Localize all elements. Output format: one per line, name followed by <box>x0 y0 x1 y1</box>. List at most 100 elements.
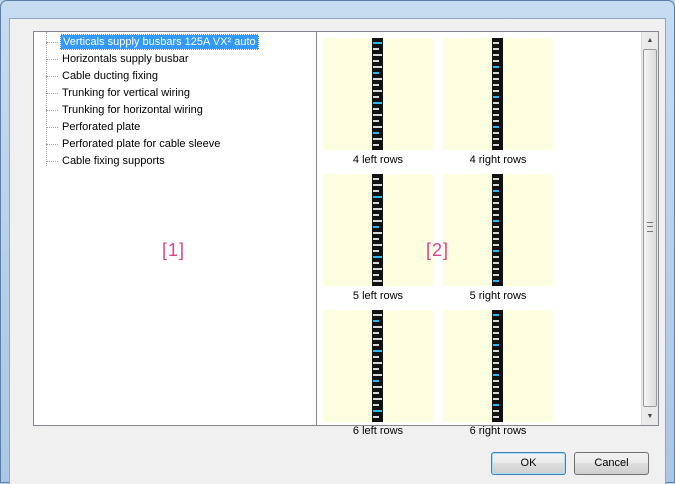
ok-button[interactable]: OK <box>491 452 566 475</box>
strip-segment <box>373 374 382 376</box>
tree-branch-line <box>46 93 58 94</box>
tree-branch-line <box>46 144 58 145</box>
tree-branch-line <box>46 42 58 43</box>
strip-segment <box>373 78 382 80</box>
strip-segment <box>493 102 499 104</box>
strip-segment <box>493 356 499 358</box>
strip-segment <box>373 178 379 180</box>
strip-segment <box>373 314 382 316</box>
tree-item-label[interactable]: Perforated plate <box>60 119 142 135</box>
strip-segment <box>373 398 382 400</box>
strip-segment <box>373 42 382 44</box>
strip-segment <box>373 144 379 146</box>
strip-segment <box>493 232 499 234</box>
strip-segment <box>493 96 499 98</box>
strip-segment <box>493 244 499 246</box>
strip-segment <box>493 48 499 50</box>
strip-segment <box>493 250 499 252</box>
strip-segment <box>493 314 499 316</box>
thumbnail-label: 4 left rows <box>352 154 404 166</box>
strip-segment <box>493 120 499 122</box>
strip-segment <box>373 268 382 270</box>
strip-segment <box>493 332 499 334</box>
strip-segment <box>493 226 499 228</box>
strip-segment <box>373 202 379 204</box>
strip-segment <box>373 274 379 276</box>
strip-segment <box>493 280 499 282</box>
tree-item[interactable]: Verticals supply busbars 125A VX² auto <box>34 34 314 51</box>
strip-segment <box>373 262 379 264</box>
strip-segment <box>373 114 382 116</box>
tree-item-label[interactable]: Horizontals supply busbar <box>60 51 191 67</box>
strip-segment <box>373 338 382 340</box>
vertical-scrollbar[interactable]: ▲ ▼ <box>641 32 658 425</box>
tree-item-label[interactable]: Trunking for horizontal wiring <box>60 102 205 118</box>
strip-segment <box>373 356 379 358</box>
tree-item[interactable]: Perforated plate <box>34 119 314 136</box>
strip-segment <box>493 262 499 264</box>
strip-segment <box>373 416 379 418</box>
strip-segment <box>493 54 499 56</box>
tree-item[interactable]: Trunking for vertical wiring <box>34 85 314 102</box>
thumbnail-label: 6 left rows <box>352 425 404 437</box>
thumbnail-image[interactable] <box>443 174 553 286</box>
thumbnail-label: 6 right rows <box>469 425 527 437</box>
scroll-down-arrow-icon[interactable]: ▼ <box>642 408 658 425</box>
strip-segment <box>493 178 499 180</box>
strip-segment <box>493 214 499 216</box>
strip-segment <box>373 208 382 210</box>
tree-item-label[interactable]: Cable fixing supports <box>60 153 167 169</box>
thumbnail-gallery[interactable]: 4 left rows 4 right rows 5 left rows 5 r… <box>316 31 659 437</box>
strip-segment <box>373 332 379 334</box>
scroll-up-arrow-icon[interactable]: ▲ <box>642 32 658 49</box>
strip-segment <box>493 368 499 370</box>
tree-item-label[interactable]: Cable ducting fixing <box>60 68 160 84</box>
tree-item-label[interactable]: Perforated plate for cable sleeve <box>60 136 222 152</box>
strip-segment <box>373 256 382 258</box>
strip-segment <box>373 102 382 104</box>
strip-segment <box>373 280 382 282</box>
thumbnail-image[interactable] <box>323 38 433 150</box>
strip-segment <box>373 184 382 186</box>
tree-item-label[interactable]: Trunking for vertical wiring <box>60 85 192 101</box>
tree-item[interactable]: Perforated plate for cable sleeve <box>34 136 314 153</box>
strip-segment <box>373 108 379 110</box>
strip-segment <box>373 214 379 216</box>
strip-segment <box>373 48 379 50</box>
thumbnail-label: 5 left rows <box>352 290 404 302</box>
thumbnail-image[interactable] <box>443 310 553 422</box>
thumbnail-label: 4 right rows <box>469 154 527 166</box>
strip-segment <box>493 350 499 352</box>
dialog-window: Verticals supply busbars 125A VX² auto H… <box>0 0 675 484</box>
tree-branch-line <box>46 76 58 77</box>
grip-icon <box>647 222 653 232</box>
cancel-button[interactable]: Cancel <box>574 452 649 475</box>
strip-segment <box>493 220 499 222</box>
strip-segment <box>373 190 379 192</box>
strip-segment <box>373 350 382 352</box>
tree-item[interactable]: Cable ducting fixing <box>34 68 314 85</box>
tree-item-label[interactable]: Verticals supply busbars 125A VX² auto <box>60 34 259 50</box>
strip-segment <box>493 320 499 322</box>
strip-segment <box>493 326 499 328</box>
scrollbar-thumb[interactable] <box>643 49 657 407</box>
thumbnail-image[interactable] <box>323 310 433 422</box>
tree-item[interactable]: Cable fixing supports <box>34 153 314 170</box>
thumbnail-label: 5 right rows <box>469 290 527 302</box>
tree-item[interactable]: Trunking for horizontal wiring <box>34 102 314 119</box>
strip-segment <box>373 226 379 228</box>
strip-segment <box>493 184 499 186</box>
thumbnail-image[interactable] <box>443 38 553 150</box>
strip-segment <box>493 416 499 418</box>
strip-segment <box>493 392 499 394</box>
strip-segment <box>373 84 379 86</box>
tree-item[interactable]: Horizontals supply busbar <box>34 51 314 68</box>
strip-segment <box>493 238 499 240</box>
thumbnail-image[interactable] <box>323 174 433 286</box>
strip-segment <box>493 42 499 44</box>
region-marker-2: [2] <box>426 240 450 260</box>
strip-segment <box>493 144 499 146</box>
category-tree[interactable]: Verticals supply busbars 125A VX² auto H… <box>33 31 317 426</box>
strip-segment <box>493 268 499 270</box>
strip-segment <box>373 72 379 74</box>
